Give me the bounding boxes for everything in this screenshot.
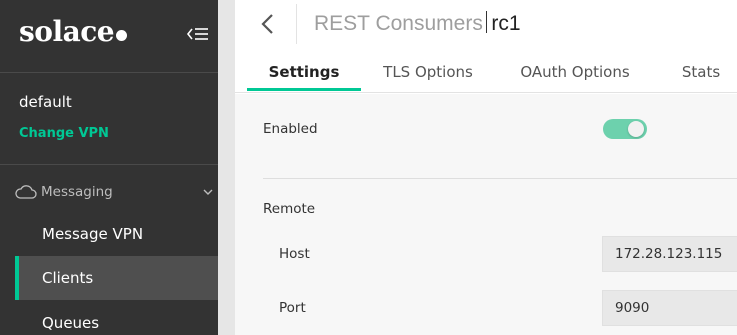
change-vpn-link[interactable]: Change VPN	[19, 126, 109, 141]
section-divider	[263, 178, 737, 179]
sidebar-item-clients[interactable]: Clients	[15, 256, 218, 300]
sidebar-item-message-vpn[interactable]: Message VPN	[15, 212, 218, 256]
active-tab-indicator	[247, 88, 361, 91]
tab-settings[interactable]: Settings	[247, 52, 361, 92]
sidebar-item-label: Message VPN	[42, 225, 144, 243]
chevron-down-icon	[203, 189, 213, 195]
sidebar-divider	[0, 164, 218, 165]
enabled-label: Enabled	[263, 121, 318, 137]
tab-bar: Settings TLS Options OAuth Options Stats	[235, 52, 737, 93]
tab-oauth-options[interactable]: OAuth Options	[511, 52, 639, 92]
settings-content: Enabled Remote Host 172.28.123.115 Port …	[235, 94, 737, 335]
sidebar-scrollbar[interactable]	[218, 0, 235, 335]
port-field[interactable]: 9090	[602, 290, 737, 326]
header-divider	[296, 4, 297, 44]
page-title-text: REST Consumers	[314, 12, 483, 35]
port-label: Port	[279, 300, 306, 316]
page-title: REST Consumers rc1	[314, 11, 521, 36]
sidebar-section-label: Messaging	[41, 184, 113, 200]
sidebar-divider	[0, 72, 218, 73]
tab-tls-options[interactable]: TLS Options	[372, 52, 484, 92]
sidebar-item-label: Queues	[42, 314, 100, 332]
enabled-toggle[interactable]	[603, 119, 647, 139]
collapse-sidebar-icon[interactable]	[186, 25, 210, 43]
cloud-icon	[15, 185, 37, 199]
vpn-name: default	[19, 93, 72, 111]
back-arrow-icon[interactable]	[259, 12, 277, 36]
host-label: Host	[279, 246, 310, 262]
sidebar-item-label: Clients	[42, 269, 94, 287]
object-name: rc1	[491, 12, 521, 35]
sidebar-section-messaging[interactable]: Messaging	[15, 182, 218, 202]
main-panel: REST Consumers rc1 Settings TLS Options O…	[235, 0, 737, 335]
remote-section-label: Remote	[263, 201, 316, 217]
sidebar-item-queues[interactable]: Queues	[15, 301, 218, 335]
sidebar: solace default Change VPN Messaging Mess…	[0, 0, 218, 335]
solace-logo[interactable]: solace	[19, 15, 128, 48]
host-field[interactable]: 172.28.123.115	[602, 236, 737, 272]
toggle-knob	[628, 121, 644, 137]
tab-stats[interactable]: Stats	[671, 52, 731, 92]
